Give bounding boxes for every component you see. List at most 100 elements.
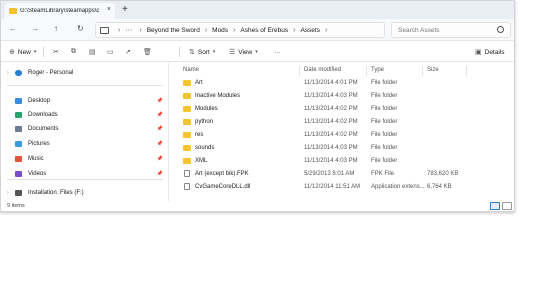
column-divider[interactable] (422, 66, 423, 76)
column-divider[interactable] (299, 66, 300, 76)
sidebar-divider (7, 179, 163, 180)
file-type: File folder (371, 145, 398, 151)
file-size: 6,764 KB (427, 184, 452, 190)
file-row[interactable]: python 11/13/2014 4:02 PM File folder (173, 116, 505, 129)
divider (179, 47, 180, 57)
file-name: Modules (195, 106, 218, 112)
folder-icon (183, 132, 191, 138)
column-header-size[interactable]: Size (427, 67, 439, 73)
file-date: 11/13/2014 4:03 PM (304, 158, 358, 164)
file-type: FPK File (371, 171, 395, 177)
folder-icon (183, 119, 191, 125)
sidebar-item-installation-files-f[interactable]: › Installation. Files (F:) (1, 187, 169, 199)
cut-icon: ✂ (53, 49, 59, 56)
close-tab-icon[interactable]: × (107, 6, 111, 13)
navigation-bar: ← → ↑ ↻ › ··· › Beyond the Sword › Mods … (1, 19, 514, 41)
file-type: File folder (371, 106, 398, 112)
new-button[interactable]: ⊕ New ▾ (9, 46, 39, 58)
file-date: 5/29/2013 8:01 AM (304, 171, 355, 177)
breadcrumb-overflow[interactable]: ··· (125, 27, 132, 34)
sidebar-item-onedrive[interactable]: › Roger - Personal (1, 67, 169, 79)
cut-button[interactable]: ✂ (53, 46, 62, 58)
file-type: File folder (371, 132, 398, 138)
copy-button[interactable]: ⧉ (71, 46, 79, 58)
share-button[interactable]: ↗ (125, 46, 134, 58)
sidebar-item-documents[interactable]: Documents 📌 (1, 123, 169, 135)
chevron-down-icon: ▾ (255, 49, 258, 55)
breadcrumb-mods[interactable]: Mods (212, 27, 228, 34)
search-icon (497, 26, 504, 33)
file-type: File folder (371, 80, 398, 86)
view-icon: ☰ (229, 49, 236, 56)
breadcrumb-ashes-of-erebus[interactable]: Ashes of Erebus (240, 27, 288, 34)
details-label: Details (484, 48, 505, 56)
sort-button[interactable]: ⇅ Sort ▾ (189, 46, 218, 58)
details-view-toggle[interactable] (490, 202, 500, 210)
back-button[interactable]: ← (9, 24, 17, 34)
file-row[interactable]: sounds 11/13/2014 4:03 PM File folder (173, 142, 505, 155)
rename-button[interactable]: ▭ (107, 46, 117, 58)
cloud-icon (15, 70, 22, 76)
chevron-right-icon: › (139, 26, 142, 34)
file-icon (184, 183, 190, 190)
status-bar: 9 items (1, 201, 514, 212)
delete-button[interactable]: 🗑 (143, 46, 155, 58)
folder-icon (183, 80, 191, 86)
sidebar-item-music[interactable]: Music 📌 (1, 153, 169, 165)
command-bar: ⊕ New ▾ ✂ ⧉ ▤ ▭ ↗ 🗑 ⇅ Sort ▾ ☰ View ▾ ··… (1, 42, 514, 62)
file-row[interactable]: Modules 11/13/2014 4:02 PM File folder (173, 103, 505, 116)
chevron-right-icon: › (118, 26, 121, 34)
address-bar[interactable]: › ··· › Beyond the Sword › Mods › Ashes … (95, 22, 385, 38)
file-icon (184, 170, 190, 177)
folder-icon (183, 106, 191, 112)
refresh-button[interactable]: ↻ (77, 24, 84, 34)
tab-assets[interactable]: G:\SteamLibrary\steamapps\c × (5, 3, 115, 19)
folder-icon (9, 8, 17, 14)
file-date: 11/13/2014 4:02 PM (304, 132, 358, 138)
pin-icon: 📌 (156, 98, 163, 104)
downloads-icon (15, 112, 22, 118)
videos-icon (15, 171, 22, 177)
sidebar-item-label: Downloads (28, 112, 58, 118)
large-icons-view-toggle[interactable] (502, 202, 512, 210)
item-count: 9 items (7, 203, 25, 209)
file-row[interactable]: XML 11/13/2014 4:03 PM File folder (173, 155, 505, 168)
file-date: 11/12/2014 11:51 AM (304, 184, 361, 190)
rename-icon: ▭ (107, 49, 114, 56)
column-header-date[interactable]: Date modified (304, 67, 341, 73)
column-header-name[interactable]: Name (183, 67, 199, 73)
file-row[interactable]: CvGameCoreDLL.dll 11/12/2014 11:51 AM Appl… (173, 181, 505, 194)
sidebar-item-desktop[interactable]: Desktop 📌 (1, 95, 169, 107)
file-row[interactable]: Art (except bik).FPK 5/29/2013 8:01 AM FPK… (173, 168, 505, 181)
chevron-right-icon: › (233, 26, 236, 34)
more-options-button[interactable]: ··· (274, 46, 281, 58)
view-button[interactable]: ☰ View ▾ (229, 46, 261, 58)
breadcrumb-assets[interactable]: Assets (300, 27, 320, 34)
up-button[interactable]: ↑ (54, 24, 58, 34)
this-pc-icon (100, 26, 109, 34)
column-divider[interactable] (466, 66, 467, 76)
forward-button[interactable]: → (31, 24, 39, 34)
file-type: File folder (371, 119, 398, 125)
sidebar-item-pictures[interactable]: Pictures 📌 (1, 138, 169, 150)
file-row[interactable]: Art 11/13/2014 4:01 PM File folder (173, 77, 505, 90)
sidebar-item-downloads[interactable]: Downloads 📌 (1, 109, 169, 121)
file-name: Art (except bik).FPK (195, 171, 249, 177)
search-box[interactable]: Search Assets (391, 22, 511, 38)
file-row[interactable]: Inactive Modules 11/13/2014 4:03 PM File f… (173, 90, 505, 103)
column-header-type[interactable]: Type (371, 67, 384, 73)
breadcrumb-beyond-the-sword[interactable]: Beyond the Sword (147, 27, 200, 34)
chevron-right-icon: › (7, 190, 9, 196)
sidebar-item-label: Roger - Personal (28, 70, 74, 76)
pin-icon: 📌 (156, 112, 163, 118)
new-tab-button[interactable]: + (122, 4, 128, 16)
column-divider[interactable] (366, 66, 367, 76)
file-size: 783,620 KB (427, 171, 459, 177)
folder-icon (183, 93, 191, 99)
chevron-right-icon: › (7, 70, 9, 76)
file-name: XML (195, 158, 208, 164)
file-name: Inactive Modules (195, 93, 241, 99)
details-button[interactable]: ▣ Details (475, 46, 505, 58)
file-row[interactable]: res 11/13/2014 4:02 PM File folder (173, 129, 505, 142)
paste-button[interactable]: ▤ (89, 46, 99, 58)
